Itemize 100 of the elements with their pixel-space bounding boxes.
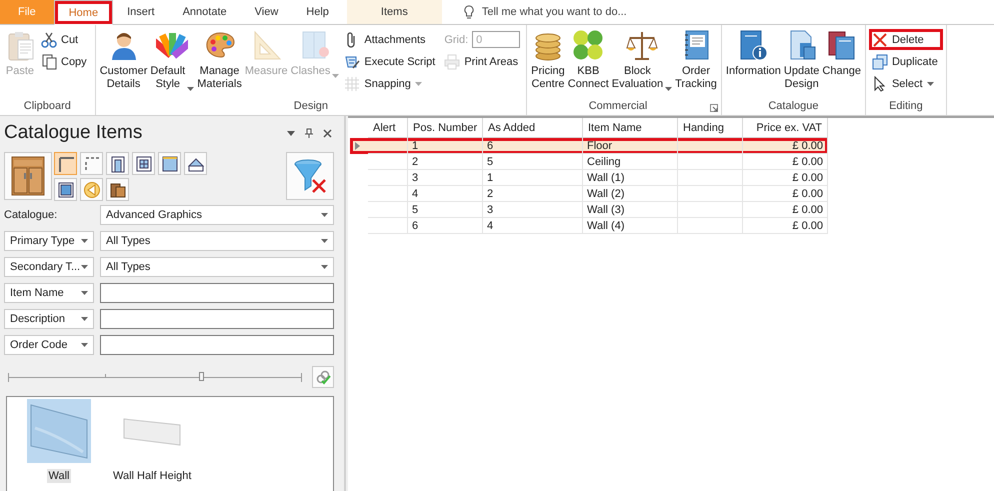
caret-icon <box>332 74 340 78</box>
clear-filter-button[interactable] <box>286 152 334 200</box>
table-cell: 5 <box>408 202 483 218</box>
link-button[interactable] <box>312 366 334 388</box>
caret-icon <box>321 265 328 269</box>
caret-icon <box>321 239 328 243</box>
catalogue-dropdown[interactable]: Advanced Graphics <box>100 205 334 225</box>
caret-icon <box>81 343 88 347</box>
caret-icon <box>187 87 194 91</box>
ribbon-tab[interactable]: Insert <box>113 0 169 24</box>
caret-icon <box>414 82 422 86</box>
ribbon-button[interactable]: Execute Script <box>341 51 440 72</box>
table-row[interactable]: 6 4 Wall (4) £ 0.00 <box>350 218 828 234</box>
window-icon <box>134 154 152 172</box>
scroll-icon <box>344 54 360 70</box>
door-icon <box>108 154 126 172</box>
table-cell: 2 <box>408 154 483 170</box>
table-row[interactable]: 5 3 Wall (3) £ 0.00 <box>350 202 828 218</box>
table-row[interactable]: 2 5 Ceiling £ 0.00 <box>350 154 828 170</box>
caret-icon <box>665 87 672 91</box>
wall-panel-icon <box>122 416 182 446</box>
ribbon-button[interactable]: Change <box>821 27 862 78</box>
catalogue-item[interactable]: Wall Half Height <box>111 399 194 483</box>
table-cell: 2 <box>483 186 583 202</box>
ribbon-button[interactable]: Information <box>724 27 782 78</box>
ribbon-button[interactable]: Cut <box>38 29 92 50</box>
table-row[interactable]: 4 2 Wall (2) £ 0.00 <box>350 186 828 202</box>
table-cell: 1 <box>483 170 583 186</box>
lightbulb-icon <box>464 4 474 20</box>
ribbon-tab[interactable]: View <box>240 0 292 24</box>
scales-icon <box>626 29 658 61</box>
printer-icon <box>444 54 460 70</box>
table-cell: Floor <box>583 138 678 154</box>
ribbon-tab[interactable]: Help <box>292 0 343 24</box>
ribbon-tab[interactable]: Items <box>346 0 442 24</box>
category-button[interactable] <box>184 152 207 175</box>
close-icon[interactable] <box>323 128 332 138</box>
tell-me-field[interactable]: Tell me what you want to do... <box>480 5 704 19</box>
field-dropdown[interactable]: Description <box>4 309 94 329</box>
ribbon-button[interactable]: Pricing Centre <box>530 27 566 91</box>
ribbon-button[interactable]: Select <box>868 73 943 94</box>
field-dropdown[interactable]: Secondary T... <box>4 257 94 277</box>
cursor-icon <box>872 76 888 92</box>
ribbon-tab[interactable]: Home <box>54 0 114 25</box>
table-cell: Ceiling <box>583 154 678 170</box>
field-dropdown[interactable]: Item Name <box>4 283 94 303</box>
field-dropdown[interactable]: Order Code <box>4 335 94 355</box>
launcher-icon[interactable] <box>710 104 718 112</box>
ribbon-tab[interactable]: Annotate <box>168 0 241 24</box>
table-cell: £ 0.00 <box>743 202 828 218</box>
caret-icon[interactable] <box>287 130 295 136</box>
filter-field[interactable] <box>100 309 334 329</box>
filter-field[interactable] <box>100 283 334 303</box>
category-button[interactable] <box>158 152 181 175</box>
ribbon-button[interactable]: Order Tracking <box>674 27 718 91</box>
category-button[interactable] <box>132 152 155 175</box>
cabinets-icon <box>108 180 126 198</box>
table-row[interactable]: 3 1 Wall (1) £ 0.00 <box>350 170 828 186</box>
ribbon-button[interactable]: Customer Details <box>98 27 148 91</box>
table-cell: Wall (4) <box>583 218 678 234</box>
pin-icon[interactable] <box>305 128 313 138</box>
ribbon-button[interactable]: Update Design <box>782 27 820 91</box>
category-button[interactable] <box>106 178 129 201</box>
speaker-icon <box>82 180 100 198</box>
caret-icon <box>926 82 934 86</box>
copy-icon <box>41 54 57 70</box>
size-slider[interactable] <box>8 371 302 383</box>
filter-dropdown[interactable]: All Types <box>100 257 334 277</box>
ribbon-button[interactable]: Copy <box>38 51 92 72</box>
ribbon-button[interactable]: Duplicate <box>868 51 943 72</box>
group-label: Commercial <box>588 99 648 114</box>
ribbon-button[interactable]: KBB Connect <box>566 27 610 91</box>
field-dropdown[interactable]: Primary Type <box>4 231 94 251</box>
filter-field[interactable] <box>100 335 334 355</box>
category-button[interactable] <box>4 152 52 200</box>
panel-title: Catalogue Items <box>4 122 142 144</box>
caret-icon <box>81 291 88 295</box>
caret-icon <box>81 317 88 321</box>
ribbon-button[interactable]: Delete <box>868 29 943 50</box>
category-button[interactable] <box>54 152 77 175</box>
ribbon-button[interactable]: Default Style <box>149 27 196 91</box>
dotted-corner-icon <box>82 154 100 172</box>
panel-icon <box>160 154 178 172</box>
table-row[interactable]: 1 6 Floor £ 0.00 <box>350 138 828 154</box>
table-cell: 6 <box>408 218 483 234</box>
table-cell: £ 0.00 <box>743 170 828 186</box>
cross-icon <box>872 32 888 48</box>
ribbon-button[interactable]: Block Evaluation <box>610 27 674 91</box>
group-label: Clipboard <box>22 99 72 114</box>
circles-icon <box>572 29 604 61</box>
category-button[interactable] <box>106 152 129 175</box>
group-label: Editing <box>888 99 924 114</box>
ribbon-button[interactable]: Manage Materials <box>196 27 243 91</box>
ribbon-button[interactable]: Attachments <box>341 29 440 50</box>
slider-thumb[interactable] <box>199 372 204 381</box>
table-cell: 4 <box>408 186 483 202</box>
table-cell: Wall (3) <box>583 202 678 218</box>
filter-dropdown[interactable]: All Types <box>100 231 334 251</box>
category-button[interactable] <box>54 178 77 201</box>
category-button[interactable] <box>80 152 103 175</box>
